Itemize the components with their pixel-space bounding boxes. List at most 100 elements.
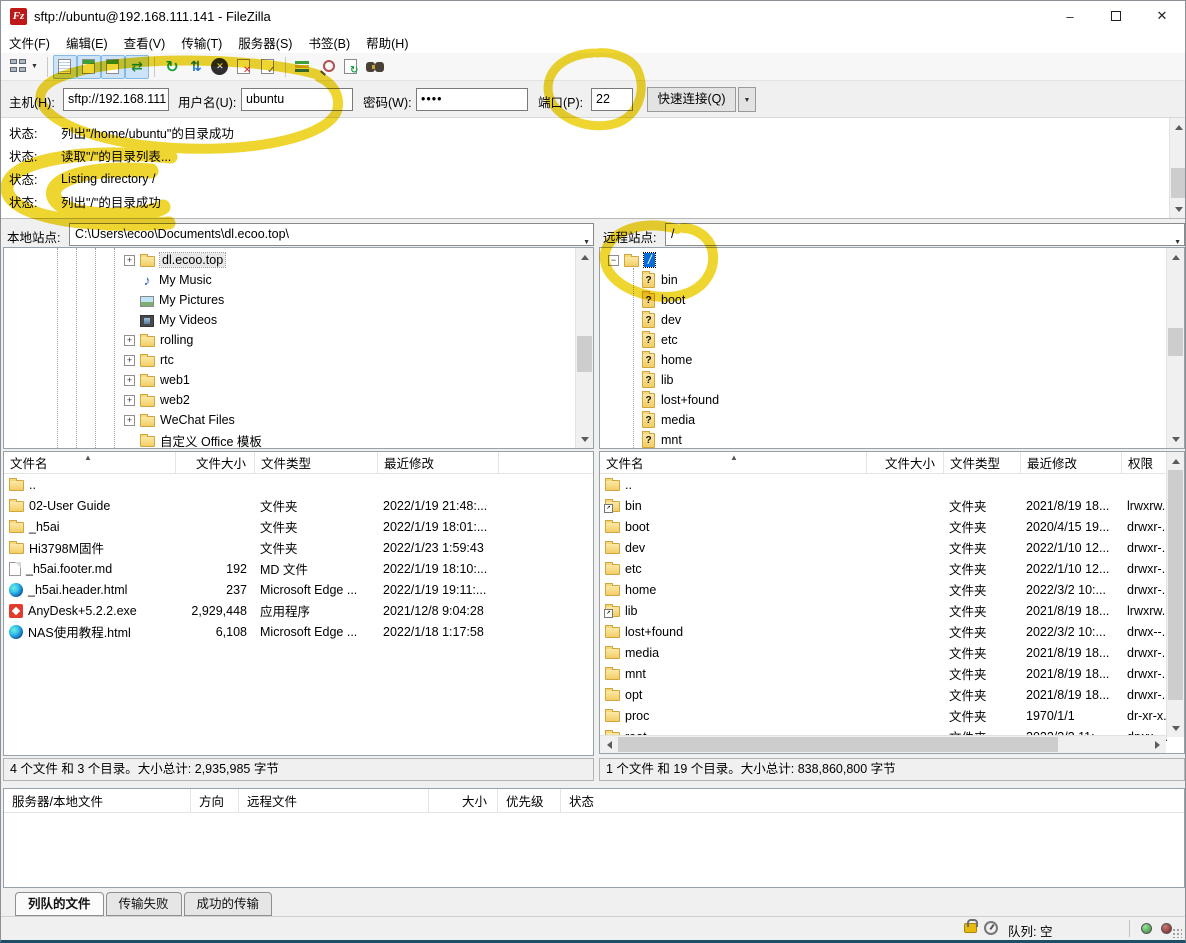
menu-view[interactable]: 查看(V) xyxy=(116,31,174,54)
quickconnect-dropdown[interactable]: ▼ xyxy=(738,87,756,112)
file-row[interactable]: media 文件夹2021/8/19 18...drwxr-... xyxy=(600,642,1184,663)
remote-list-scrollbar[interactable] xyxy=(1166,452,1184,737)
maximize-button[interactable] xyxy=(1093,1,1139,31)
menu-file[interactable]: 文件(F) xyxy=(1,31,58,54)
column-header-type[interactable]: 文件类型 xyxy=(944,452,1021,473)
tab-queued-files[interactable]: 列队的文件 xyxy=(15,892,104,916)
remote-tree-item[interactable]: boot xyxy=(600,290,1184,310)
menu-bookmarks[interactable]: 书签(B) xyxy=(300,31,358,54)
menu-edit[interactable]: 编辑(E) xyxy=(58,31,116,54)
local-tree-item[interactable]: My Videos xyxy=(4,310,593,330)
file-row[interactable]: dev 文件夹2022/1/10 12...drwxr-... xyxy=(600,537,1184,558)
chevron-down-icon[interactable]: ▼ xyxy=(583,232,590,246)
queue-column-server-local[interactable]: 服务器/本地文件 xyxy=(4,789,191,812)
remote-list-hscrollbar[interactable] xyxy=(600,735,1166,753)
file-row[interactable]: lib 文件夹2021/8/19 18...lrwxrw... xyxy=(600,600,1184,621)
tab-failed-transfers[interactable]: 传输失败 xyxy=(106,892,182,916)
menu-transfer[interactable]: 传输(T) xyxy=(173,31,230,54)
site-manager-button[interactable] xyxy=(6,55,30,79)
file-row[interactable]: AnyDesk+5.2.2.exe 2,929,448应用程序2021/12/8… xyxy=(4,600,593,621)
close-button[interactable]: ✕ xyxy=(1139,1,1185,31)
password-input[interactable]: •••• xyxy=(416,88,528,111)
local-tree-item[interactable]: My Pictures xyxy=(4,290,593,310)
password-label: 密码(W): xyxy=(363,92,412,111)
site-manager-dropdown[interactable]: ▼ xyxy=(30,63,42,70)
toggle-transfer-queue-button[interactable]: ⇄ xyxy=(125,55,149,79)
refresh-button[interactable]: ↻ xyxy=(160,55,184,79)
column-header-name[interactable]: 文件名▲ xyxy=(4,452,176,473)
file-row[interactable]: home 文件夹2022/3/2 10:...drwxr-... xyxy=(600,579,1184,600)
remote-tree-item[interactable]: media xyxy=(600,410,1184,430)
column-header-size[interactable]: 文件大小 xyxy=(176,452,255,473)
find-files-button[interactable] xyxy=(363,55,387,79)
remote-tree-item[interactable]: home xyxy=(600,350,1184,370)
remote-tree-root[interactable]: − / xyxy=(600,250,1184,270)
quickconnect-button[interactable]: 快速连接(Q) xyxy=(647,87,736,112)
queue-column-size[interactable]: 大小 xyxy=(429,789,498,812)
file-row[interactable]: lost+found 文件夹2022/3/2 10:...drwx--... xyxy=(600,621,1184,642)
toggle-message-log-button[interactable] xyxy=(53,55,77,79)
remote-tree-item[interactable]: bin xyxy=(600,270,1184,290)
file-row[interactable]: etc 文件夹2022/1/10 12...drwxr-... xyxy=(600,558,1184,579)
menu-server[interactable]: 服务器(S) xyxy=(230,31,300,54)
port-input[interactable]: 22 xyxy=(591,88,633,111)
remote-tree-item[interactable]: etc xyxy=(600,330,1184,350)
queue-column-direction[interactable]: 方向 xyxy=(191,789,239,812)
compare-directories-button[interactable] xyxy=(291,55,315,79)
local-tree-item[interactable]: +dl.ecoo.top xyxy=(4,250,593,270)
remote-tree-scrollbar[interactable] xyxy=(1166,248,1184,448)
column-header-modified[interactable]: 最近修改 xyxy=(1021,452,1122,473)
file-row[interactable]: mnt 文件夹2021/8/19 18...drwxr-... xyxy=(600,663,1184,684)
remote-tree-item[interactable]: dev xyxy=(600,310,1184,330)
local-tree-item[interactable]: +WeChat Files xyxy=(4,410,593,430)
directory-filter-button[interactable] xyxy=(315,55,339,79)
local-tree-item[interactable]: +web2 xyxy=(4,390,593,410)
minimize-button[interactable]: – xyxy=(1047,1,1093,31)
file-row[interactable]: _h5ai.footer.md 192MD 文件2022/1/19 18:10:… xyxy=(4,558,593,579)
log-scrollbar[interactable] xyxy=(1169,118,1186,218)
file-row[interactable]: bin 文件夹2021/8/19 18...lrwxrw... xyxy=(600,495,1184,516)
remote-tree-item[interactable]: mnt xyxy=(600,430,1184,449)
local-tree-item[interactable]: +rtc xyxy=(4,350,593,370)
transfer-queue-pane: 服务器/本地文件 方向 远程文件 大小 优先级 状态 xyxy=(3,788,1185,888)
file-row[interactable]: _h5ai 文件夹2022/1/19 18:01:... xyxy=(4,516,593,537)
queue-column-priority[interactable]: 优先级 xyxy=(498,789,561,812)
chevron-down-icon[interactable]: ▼ xyxy=(1174,232,1181,246)
menu-help[interactable]: 帮助(H) xyxy=(358,31,416,54)
remote-site-combo[interactable]: /▼ xyxy=(665,223,1185,246)
local-tree-item[interactable]: 自定义 Office 模板 xyxy=(4,430,593,449)
local-tree-scrollbar[interactable] xyxy=(575,248,593,448)
file-row[interactable]: Hi3798M固件 文件夹2022/1/23 1:59:43 xyxy=(4,537,593,558)
file-row[interactable]: _h5ai.header.html 237Microsoft Edge ...2… xyxy=(4,579,593,600)
disconnect-button[interactable]: ✕ xyxy=(232,55,256,79)
file-row[interactable]: .. xyxy=(4,474,593,495)
column-header-size[interactable]: 文件大小 xyxy=(867,452,944,473)
toggle-queue-processing-button[interactable]: ⇅ xyxy=(184,55,208,79)
local-tree-item[interactable]: +rolling xyxy=(4,330,593,350)
cancel-operation-button[interactable]: ✕ xyxy=(208,55,232,79)
local-site-combo[interactable]: C:\Users\ecoo\Documents\dl.ecoo.top\▼ xyxy=(69,223,594,246)
file-row[interactable]: opt 文件夹2021/8/19 18...drwxr-... xyxy=(600,684,1184,705)
toggle-local-tree-button[interactable] xyxy=(77,55,101,79)
remote-tree-item[interactable]: lost+found xyxy=(600,390,1184,410)
column-header-modified[interactable]: 最近修改 xyxy=(378,452,499,473)
queue-column-remote-file[interactable]: 远程文件 xyxy=(239,789,429,812)
host-input[interactable]: sftp://192.168.111 xyxy=(63,88,169,111)
column-header-name[interactable]: 文件名▲ xyxy=(600,452,867,473)
username-input[interactable]: ubuntu xyxy=(241,88,353,111)
remote-tree-item[interactable]: lib xyxy=(600,370,1184,390)
file-row[interactable]: proc 文件夹1970/1/1dr-xr-x... xyxy=(600,705,1184,726)
resize-grip[interactable] xyxy=(1172,928,1182,938)
file-row[interactable]: 02-User Guide 文件夹2022/1/19 21:48:... xyxy=(4,495,593,516)
synchronized-browsing-button[interactable]: ↻ xyxy=(339,55,363,79)
file-row[interactable]: .. xyxy=(600,474,1184,495)
queue-column-status[interactable]: 状态 xyxy=(561,789,1184,812)
tab-successful-transfers[interactable]: 成功的传输 xyxy=(184,892,273,916)
file-row[interactable]: NAS使用教程.html 6,108Microsoft Edge ...2022… xyxy=(4,621,593,642)
local-tree-item[interactable]: +web1 xyxy=(4,370,593,390)
reconnect-button[interactable]: ✓ xyxy=(256,55,280,79)
file-row[interactable]: boot 文件夹2020/4/15 19...drwxr-... xyxy=(600,516,1184,537)
column-header-type[interactable]: 文件类型 xyxy=(255,452,378,473)
toggle-remote-tree-button[interactable] xyxy=(101,55,125,79)
local-tree-item[interactable]: ♪My Music xyxy=(4,270,593,290)
